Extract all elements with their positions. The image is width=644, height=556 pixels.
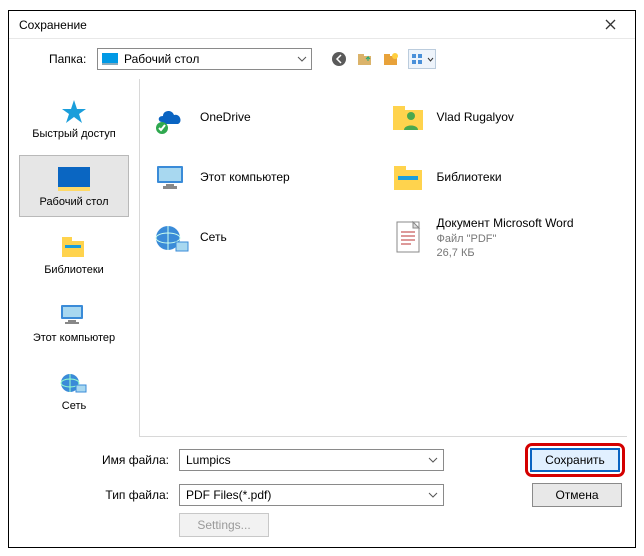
sidebar-item-desktop[interactable]: Рабочий стол xyxy=(19,155,129,217)
file-item-user[interactable]: Vlad Rugalyov xyxy=(389,91,616,145)
bottom-panel: Имя файла: Lumpics Сохранить Тип файла: … xyxy=(9,437,635,547)
save-dialog: Сохранение Папка: Рабочий стол Быстрый д… xyxy=(8,10,636,548)
sidebar-item-label: Этот компьютер xyxy=(33,332,115,344)
sidebar-item-libraries[interactable]: Библиотеки xyxy=(19,223,129,285)
file-list: OneDrive Vlad Rugalyov Этот компьютер Би… xyxy=(139,79,627,437)
filename-label: Имя файла: xyxy=(19,453,169,467)
file-item-document[interactable]: Документ Microsoft Word Файл "PDF" 26,7 … xyxy=(389,211,616,265)
chevron-down-icon xyxy=(297,56,307,62)
file-item-label: Vlad Rugalyov xyxy=(437,110,514,126)
folder-up-icon xyxy=(357,51,373,67)
toolbar: Папка: Рабочий стол xyxy=(9,39,635,79)
sidebar-item-label: Быстрый доступ xyxy=(32,128,116,140)
libraries-icon xyxy=(58,233,90,261)
dialog-title: Сохранение xyxy=(19,18,595,32)
sidebar-item-this-pc[interactable]: Этот компьютер xyxy=(19,291,129,353)
filename-value: Lumpics xyxy=(186,453,231,467)
up-button[interactable] xyxy=(356,50,374,68)
sidebar-item-label: Рабочий стол xyxy=(39,196,108,208)
file-item-size: 26,7 КБ xyxy=(437,246,574,260)
settings-button: Settings... xyxy=(179,513,269,537)
file-item-onedrive[interactable]: OneDrive xyxy=(152,91,379,145)
chevron-down-icon xyxy=(427,57,434,62)
view-menu-button[interactable] xyxy=(408,49,436,69)
folder-select[interactable]: Рабочий стол xyxy=(97,48,312,70)
sidebar-item-label: Сеть xyxy=(62,400,86,412)
close-icon xyxy=(605,19,616,30)
network-icon xyxy=(152,218,192,258)
onedrive-icon xyxy=(152,98,192,138)
user-folder-icon xyxy=(389,98,429,138)
view-icon xyxy=(411,53,425,65)
computer-icon xyxy=(152,158,192,198)
quick-access-icon xyxy=(58,97,90,125)
new-folder-button[interactable] xyxy=(382,50,400,68)
sidebar-item-label: Библиотеки xyxy=(44,264,104,276)
file-item-libraries[interactable]: Библиотеки xyxy=(389,151,616,205)
file-item-label: Этот компьютер xyxy=(200,170,290,186)
file-item-type: Файл "PDF" xyxy=(437,232,574,246)
filetype-label: Тип файла: xyxy=(19,488,169,502)
desktop-icon xyxy=(102,53,118,65)
cancel-button[interactable]: Отмена xyxy=(532,483,622,507)
file-item-label: Библиотеки xyxy=(437,170,502,186)
titlebar: Сохранение xyxy=(9,11,635,39)
new-folder-icon xyxy=(383,51,399,67)
chevron-down-icon xyxy=(428,492,438,498)
filetype-select[interactable]: PDF Files(*.pdf) xyxy=(179,484,444,506)
chevron-down-icon xyxy=(428,457,438,463)
libraries-icon xyxy=(389,158,429,198)
file-item-this-pc[interactable]: Этот компьютер xyxy=(152,151,379,205)
file-item-label: Сеть xyxy=(200,230,227,246)
back-icon xyxy=(331,51,347,67)
file-item-label: OneDrive xyxy=(200,110,251,126)
pdf-file-icon xyxy=(389,218,429,258)
file-item-network[interactable]: Сеть xyxy=(152,211,379,265)
sidebar-item-quick-access[interactable]: Быстрый доступ xyxy=(19,87,129,149)
folder-label: Папка: xyxy=(49,52,89,66)
network-icon xyxy=(58,369,90,397)
computer-icon xyxy=(58,301,90,329)
highlight-annotation: Сохранить xyxy=(525,443,625,477)
desktop-icon xyxy=(58,165,90,193)
folder-select-value: Рабочий стол xyxy=(124,52,199,66)
save-button[interactable]: Сохранить xyxy=(530,448,620,472)
filetype-value: PDF Files(*.pdf) xyxy=(186,488,271,502)
back-button[interactable] xyxy=(330,50,348,68)
filename-input[interactable]: Lumpics xyxy=(179,449,444,471)
sidebar-item-network[interactable]: Сеть xyxy=(19,359,129,421)
close-button[interactable] xyxy=(595,15,625,35)
file-item-label: Документ Microsoft Word xyxy=(437,216,574,232)
sidebar: Быстрый доступ Рабочий стол Библиотеки Э… xyxy=(9,79,139,437)
